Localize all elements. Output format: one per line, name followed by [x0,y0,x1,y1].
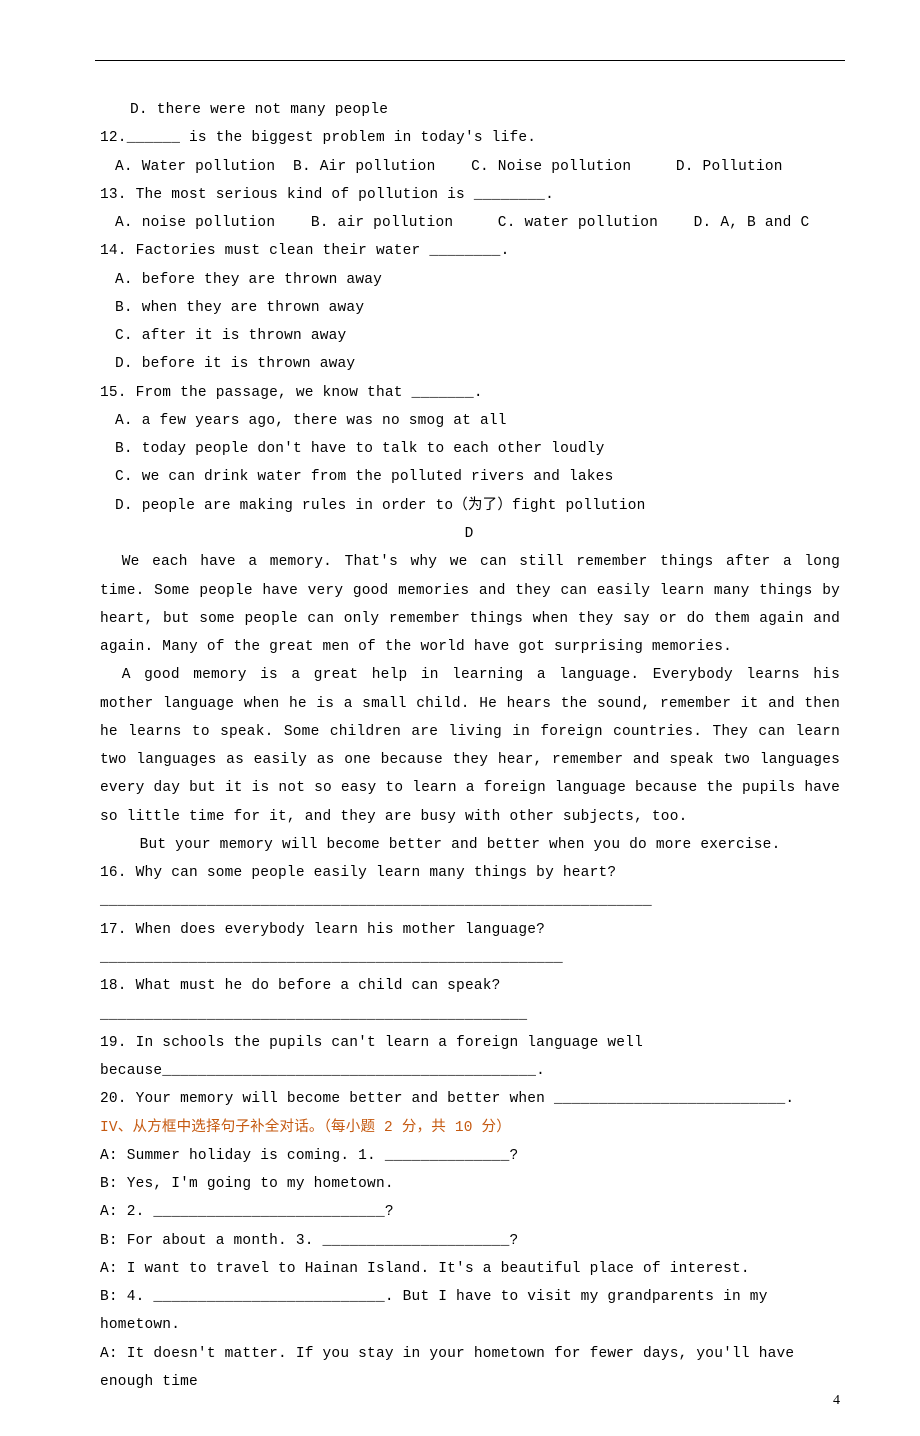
q17-stem: 17. When does everybody learn his mother… [100,916,840,944]
q14-A: A. before they are thrown away [100,266,840,294]
passage-D-p1-text: We each have a memory. That's why we can… [100,554,840,655]
dialogue-line-6: B: 4. __________________________. But I … [100,1283,840,1340]
passage-D-p3: But your memory will become better and b… [100,831,840,859]
q17-blank: ________________________________________… [100,944,840,972]
passage-D-p1: We each have a memory. That's why we can… [100,548,840,661]
dialogue-line-1: A: Summer holiday is coming. 1. ________… [100,1142,840,1170]
q19-stem-b: because_________________________________… [100,1057,840,1085]
q15-D: D. people are making rules in order to（为… [100,492,840,520]
q18-blank: ________________________________________… [100,1001,840,1029]
q20-stem: 20. Your memory will become better and b… [100,1085,840,1113]
q13-C: C. water pollution [498,215,658,231]
q14-C: C. after it is thrown away [100,322,840,350]
dialogue-line-2: B: Yes, I'm going to my hometown. [100,1170,840,1198]
dialogue-line-4: B: For about a month. 3. _______________… [100,1227,840,1255]
page-number: 4 [833,1387,840,1414]
q13-B: B. air pollution [311,215,453,231]
q12-stem: 12.______ is the biggest problem in toda… [100,124,840,152]
q12-A: A. Water pollution [115,159,275,175]
top-divider [95,60,845,61]
q15-stem: 15. From the passage, we know that _____… [100,379,840,407]
section-D-label: D [100,520,840,548]
q14-B: B. when they are thrown away [100,294,840,322]
passage-D-p2: A good memory is a great help in learnin… [100,661,840,831]
q14-D: D. before it is thrown away [100,350,840,378]
q16-blank: ________________________________________… [100,887,840,915]
dialogue-line-7: A: It doesn't matter. If you stay in you… [100,1340,840,1397]
passage-D-p2-text: A good memory is a great help in learnin… [100,667,840,824]
q13-D: D. A, B and C [694,215,810,231]
dialogue-line-3: A: 2. __________________________? [100,1198,840,1226]
dialogue-line-5: A: I want to travel to Hainan Island. It… [100,1255,840,1283]
q12-D: D. Pollution [676,159,783,175]
q18-stem: 18. What must he do before a child can s… [100,972,840,1000]
q13-options: A. noise pollution B. air pollution C. w… [100,209,840,237]
document-page: D. there were not many people 12.______ … [0,0,920,1436]
q19-stem-a: 19. In schools the pupils can't learn a … [100,1029,840,1057]
q15-A: A. a few years ago, there was no smog at… [100,407,840,435]
q15-B: B. today people don't have to talk to ea… [100,435,840,463]
q11-option-D: D. there were not many people [100,96,840,124]
q14-stem: 14. Factories must clean their water ___… [100,237,840,265]
q12-B: B. Air pollution [293,159,435,175]
q13-stem: 13. The most serious kind of pollution i… [100,181,840,209]
q12-options: A. Water pollution B. Air pollution C. N… [100,153,840,181]
q13-A: A. noise pollution [115,215,275,231]
passage-D-p3-text: But your memory will become better and b… [140,837,781,853]
section-IV-title: IV、从方框中选择句子补全对话。（每小题 2 分，共 10 分） [100,1114,840,1142]
q16-stem: 16. Why can some people easily learn man… [100,859,840,887]
q15-C: C. we can drink water from the polluted … [100,463,840,491]
q12-C: C. Noise pollution [471,159,631,175]
